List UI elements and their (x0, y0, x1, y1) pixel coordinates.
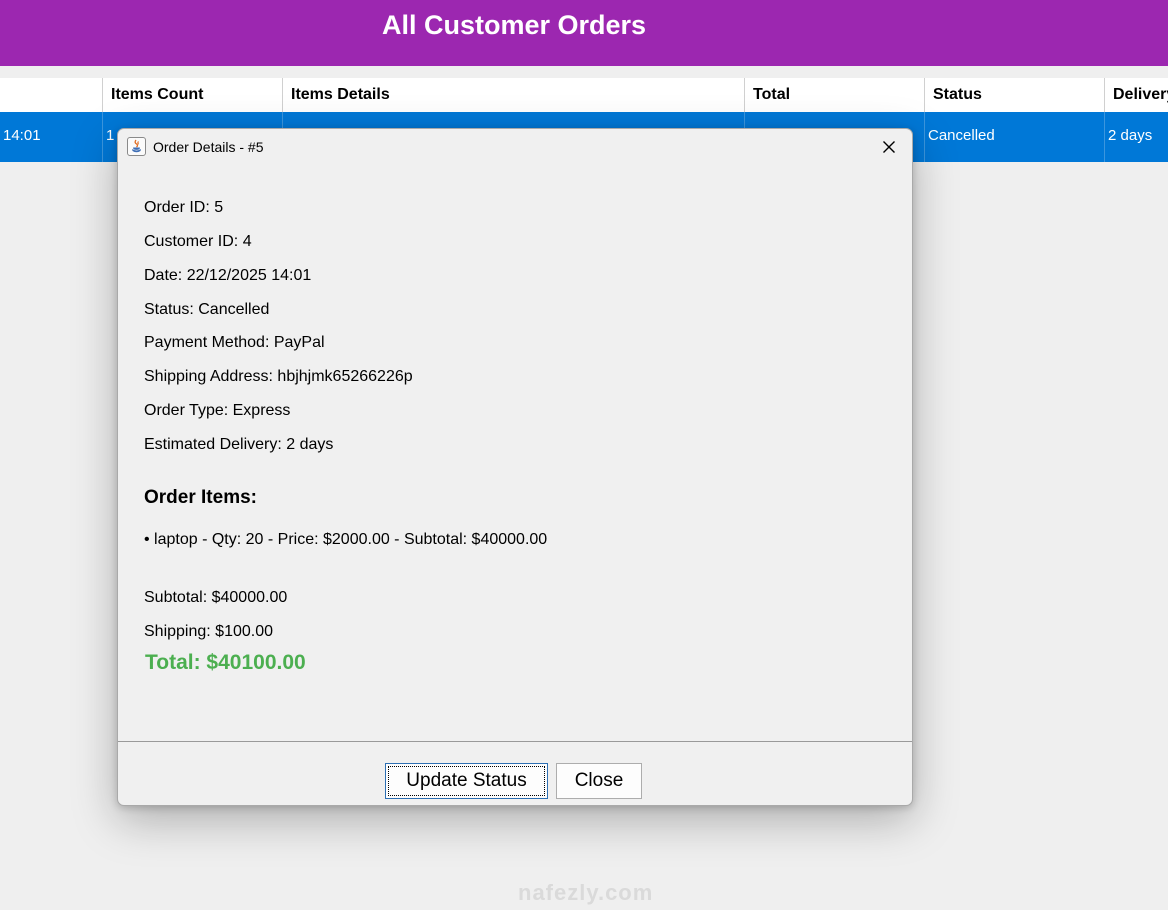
order-items-heading: Order Items: (144, 487, 257, 508)
cell-delivery: 2 days (1108, 127, 1153, 144)
column-header-items-count[interactable]: Items Count (103, 78, 283, 112)
order-type-label: Order Type: Express (144, 402, 291, 419)
order-id-label: Order ID: 5 (144, 199, 224, 216)
watermark: nafezly.com (518, 880, 654, 905)
order-details-dialog: Order Details - #5 Order ID: 5 Customer … (117, 128, 913, 806)
total-label: Total: $40100.00 (145, 651, 306, 674)
java-icon (127, 137, 146, 156)
subtotal-label: Subtotal: $40000.00 (144, 589, 288, 606)
cell-status: Cancelled (925, 112, 1105, 162)
app-header: All Customer Orders (0, 0, 1168, 66)
close-button[interactable]: Close (556, 763, 642, 799)
column-header-items-details[interactable]: Items Details (283, 78, 745, 112)
list-item: • laptop - Qty: 20 - Price: $2000.00 - S… (144, 531, 548, 548)
update-status-button[interactable]: Update Status (385, 763, 548, 799)
cell-date: 14:01 (0, 112, 103, 162)
customer-id-label: Customer ID: 4 (144, 233, 252, 250)
estimated-delivery-label: Estimated Delivery: 2 days (144, 436, 334, 453)
column-header-delivery[interactable]: Delivery (1105, 78, 1168, 112)
dialog-title: Order Details - #5 (153, 139, 264, 155)
dialog-titlebar[interactable]: Order Details - #5 (118, 129, 912, 165)
date-label: Date: 22/12/2025 14:01 (144, 267, 312, 284)
payment-method-label: Payment Method: PayPal (144, 334, 325, 351)
shipping-label: Shipping: $100.00 (144, 623, 273, 640)
shipping-address-label: Shipping Address: hbjhjmk65266226p (144, 368, 413, 385)
column-header-total[interactable]: Total (745, 78, 925, 112)
column-header-date[interactable] (0, 78, 103, 112)
dialog-divider (118, 741, 912, 742)
table-header: Items Count Items Details Total Status D… (0, 78, 1168, 112)
close-icon[interactable] (874, 132, 904, 162)
page-title: All Customer Orders (381, 10, 647, 40)
status-label: Status: Cancelled (144, 301, 270, 318)
column-header-status[interactable]: Status (925, 78, 1105, 112)
